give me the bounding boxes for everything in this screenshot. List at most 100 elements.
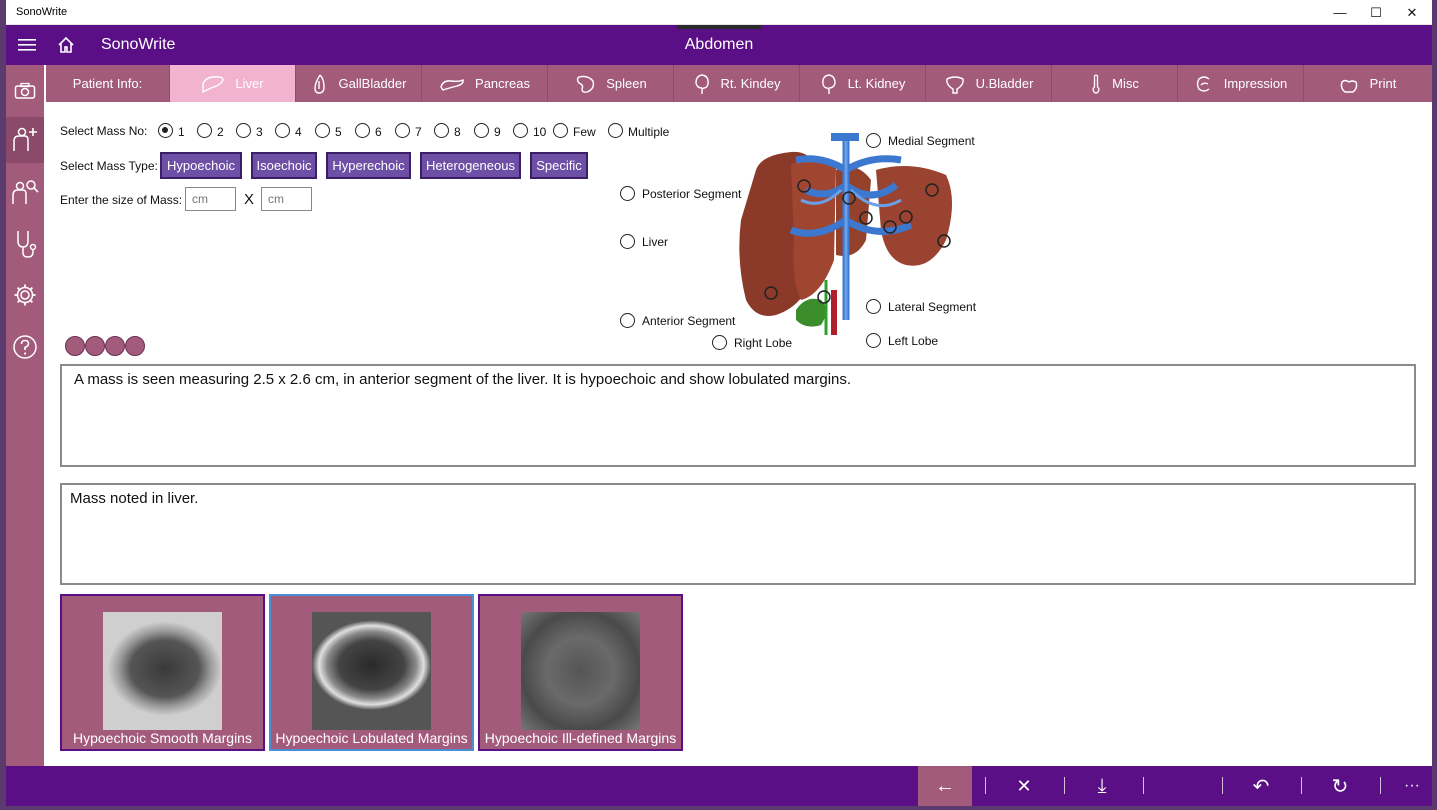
thumbnail-smooth-margins[interactable]: Hypoechoic Smooth Margins bbox=[60, 594, 265, 751]
tab-u-bladder[interactable]: U.Bladder bbox=[926, 65, 1052, 102]
tab-print[interactable]: Print bbox=[1304, 65, 1430, 102]
separator bbox=[1064, 777, 1065, 794]
radio-posterior-segment[interactable] bbox=[620, 186, 635, 201]
mass-no-radio-9[interactable] bbox=[474, 123, 489, 138]
mass-no-radio-10[interactable] bbox=[513, 123, 528, 138]
mass-size-width-input[interactable] bbox=[185, 187, 236, 211]
more-button[interactable]: ··· bbox=[1394, 766, 1430, 806]
tab-pancreas[interactable]: Pancreas bbox=[422, 65, 548, 102]
label-anterior-segment: Anterior Segment bbox=[642, 314, 736, 328]
separator bbox=[1143, 777, 1144, 794]
thumbnail-ill-defined-margins[interactable]: Hypoechoic Ill-defined Margins bbox=[478, 594, 683, 751]
mass-no-radio-7[interactable] bbox=[395, 123, 410, 138]
impression-textbox[interactable]: Mass noted in liver. bbox=[60, 483, 1416, 585]
tab-label: Pancreas bbox=[475, 76, 530, 91]
thumbnail-lobulated-margins[interactable]: Hypoechoic Lobulated Margins bbox=[269, 594, 474, 751]
tab-label: U.Bladder bbox=[975, 76, 1034, 91]
page-dot-3[interactable] bbox=[105, 336, 125, 356]
mass-no-radio-4[interactable] bbox=[275, 123, 290, 138]
organ-tabs: Patient Info: Liver GallBladder Pancreas… bbox=[46, 65, 1432, 102]
mass-no-label-10: 10 bbox=[533, 125, 547, 139]
tab-label: Lt. Kidney bbox=[847, 76, 906, 91]
mass-size-label: Enter the size of Mass: bbox=[60, 193, 183, 207]
tab-lt-kidney[interactable]: Lt. Kidney bbox=[800, 65, 926, 102]
mass-no-radio-1[interactable] bbox=[158, 123, 173, 138]
maximize-button[interactable]: ☐ bbox=[1358, 0, 1394, 25]
separator bbox=[1380, 777, 1381, 794]
mass-no-radio-8[interactable] bbox=[434, 123, 449, 138]
pancreas-icon bbox=[440, 78, 464, 91]
mass-type-label: Select Mass Type: bbox=[60, 159, 158, 173]
radio-lateral-segment[interactable] bbox=[866, 299, 881, 314]
stethoscope-icon bbox=[17, 231, 37, 258]
app-bar: SonoWrite Abdomen bbox=[6, 25, 1432, 65]
tab-misc[interactable]: Misc bbox=[1052, 65, 1178, 102]
refresh-button[interactable]: ↻ bbox=[1320, 766, 1360, 806]
mass-no-radio-few[interactable] bbox=[553, 123, 568, 138]
type-specific-button[interactable]: Specific bbox=[530, 152, 588, 179]
type-hypoechoic-button[interactable]: Hypoechoic bbox=[160, 152, 242, 179]
label-posterior-segment: Posterior Segment bbox=[642, 187, 742, 201]
tab-gallbladder[interactable]: GallBladder bbox=[296, 65, 422, 102]
mass-no-label-6: 6 bbox=[375, 125, 382, 139]
tab-label: Impression bbox=[1223, 76, 1288, 91]
page-dot-2[interactable] bbox=[85, 336, 105, 356]
type-heterogeneous-button[interactable]: Heterogeneous bbox=[420, 152, 521, 179]
radio-left-lobe[interactable] bbox=[866, 333, 881, 348]
radio-anterior-segment[interactable] bbox=[620, 313, 635, 328]
help-icon bbox=[13, 335, 37, 359]
mass-no-label-multiple: Multiple bbox=[628, 125, 670, 139]
hamburger-menu-icon[interactable] bbox=[18, 37, 36, 53]
minimize-button[interactable]: — bbox=[1322, 0, 1358, 25]
page-dot-1[interactable] bbox=[65, 336, 85, 356]
thumbnail-caption: Hypoechoic Ill-defined Margins bbox=[484, 730, 677, 746]
tab-impression[interactable]: Impression bbox=[1178, 65, 1304, 102]
close-window-button[interactable]: ✕ bbox=[1394, 0, 1430, 25]
tab-label: Liver bbox=[235, 76, 264, 91]
type-isoechoic-button[interactable]: Isoechoic bbox=[251, 152, 317, 179]
mass-no-label-3: 3 bbox=[256, 125, 263, 139]
mass-no-radio-3[interactable] bbox=[236, 123, 251, 138]
tab-liver[interactable]: Liver bbox=[170, 65, 296, 102]
sidebar-new-patient[interactable] bbox=[6, 117, 44, 163]
radio-right-lobe[interactable] bbox=[712, 335, 727, 350]
sidebar-help[interactable] bbox=[6, 325, 44, 369]
tab-label: Patient Info: bbox=[72, 76, 143, 91]
type-hyperechoic-button[interactable]: Hyperechoic bbox=[326, 152, 411, 179]
liver-form: Select Mass No: 1 2 3 4 5 6 7 8 9 10 Few Multiple S… bbox=[46, 102, 1432, 766]
command-bar: ← ✕ ⤓ ↶ ↻ ··· bbox=[6, 766, 1432, 806]
undo-button[interactable]: ↶ bbox=[1241, 766, 1281, 806]
ultrasound-image bbox=[103, 612, 222, 730]
tab-spleen[interactable]: Spleen bbox=[548, 65, 674, 102]
findings-textbox[interactable]: A mass is seen measuring 2.5 x 2.6 cm, i… bbox=[60, 364, 1416, 467]
separator bbox=[1301, 777, 1302, 794]
mass-no-label-8: 8 bbox=[454, 125, 461, 139]
mass-no-radio-2[interactable] bbox=[197, 123, 212, 138]
mass-no-radio-multiple[interactable] bbox=[608, 123, 623, 138]
gear-icon bbox=[14, 284, 36, 306]
title-bar: SonoWrite — ☐ ✕ bbox=[6, 0, 1432, 25]
sidebar-search-patient[interactable] bbox=[6, 169, 44, 215]
home-icon[interactable] bbox=[56, 35, 76, 55]
mass-no-radio-5[interactable] bbox=[315, 123, 330, 138]
mass-no-label-2: 2 bbox=[217, 125, 224, 139]
kidney-icon bbox=[694, 73, 709, 94]
sidebar-settings[interactable] bbox=[6, 273, 44, 317]
download-button[interactable]: ⤓ bbox=[1082, 766, 1122, 806]
app-name: SonoWrite bbox=[101, 36, 176, 53]
mass-no-radio-6[interactable] bbox=[355, 123, 370, 138]
radio-liver[interactable] bbox=[620, 234, 635, 249]
mass-size-height-input[interactable] bbox=[261, 187, 312, 211]
bladder-icon bbox=[945, 75, 964, 94]
sidebar-exam[interactable] bbox=[6, 221, 44, 267]
window-title: SonoWrite bbox=[16, 6, 68, 18]
clear-button[interactable]: ✕ bbox=[1004, 766, 1044, 806]
tab-rt-kidney[interactable]: Rt. Kindey bbox=[674, 65, 800, 102]
back-button[interactable]: ← bbox=[918, 766, 972, 806]
thumbnail-caption: Hypoechoic Lobulated Margins bbox=[275, 730, 468, 746]
radio-medial-segment[interactable] bbox=[866, 133, 881, 148]
thermometer-icon bbox=[1092, 73, 1100, 94]
sidebar-camera[interactable] bbox=[6, 69, 44, 113]
tab-patient-info[interactable]: Patient Info: bbox=[46, 65, 170, 102]
page-dot-4[interactable] bbox=[125, 336, 145, 356]
